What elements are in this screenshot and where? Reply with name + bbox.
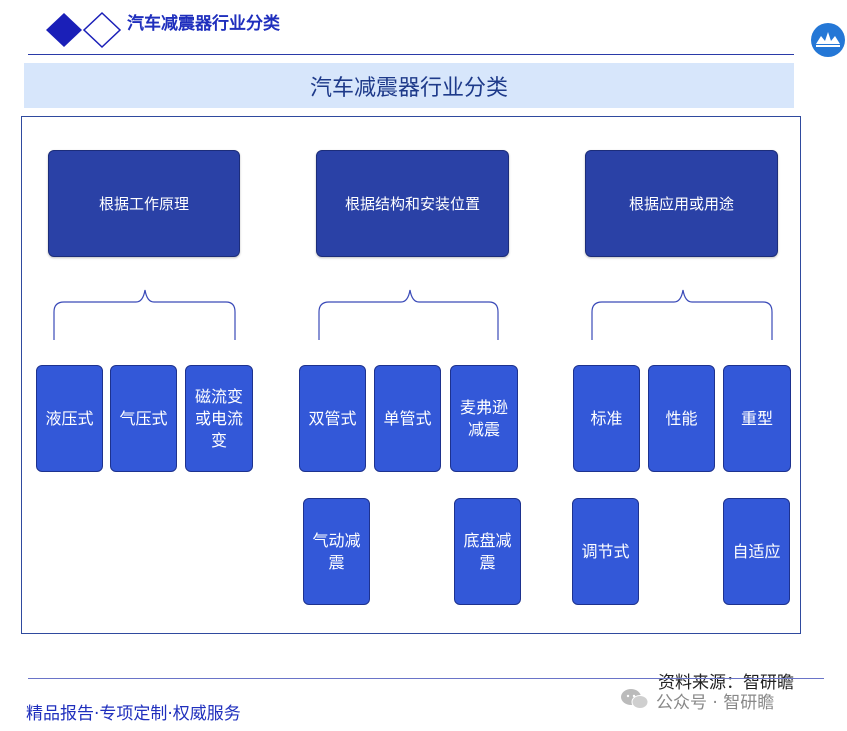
wechat-icon xyxy=(621,689,649,709)
category-structure-position: 根据结构和安装位置 xyxy=(316,150,509,257)
leaf-air-shock: 气动减震 xyxy=(303,498,370,605)
leaf-adjustable: 调节式 xyxy=(572,498,639,605)
leaf-hydraulic: 液压式 xyxy=(36,365,103,472)
leaf-standard: 标准 xyxy=(573,365,640,472)
leaf-macpherson: 麦弗逊减震 xyxy=(450,365,518,472)
leaf-heavy-duty: 重型 xyxy=(723,365,791,472)
leaf-performance: 性能 xyxy=(648,365,715,472)
company-logo-icon xyxy=(811,23,845,57)
header-title: 汽车减震器行业分类 xyxy=(127,14,280,34)
category-working-principle: 根据工作原理 xyxy=(48,150,240,257)
leaf-chassis-shock: 底盘减震 xyxy=(454,498,521,605)
leaf-mono-tube: 单管式 xyxy=(374,365,441,472)
leaf-magnetorheological: 磁流变或电流变 xyxy=(185,365,253,472)
footer-slogan: 精品报告·专项定制·权威服务 xyxy=(26,704,241,724)
watermark-text: 公众号 · 智研瞻 xyxy=(656,693,775,713)
category-application: 根据应用或用途 xyxy=(585,150,778,257)
footer-divider xyxy=(28,678,824,679)
leaf-adaptive: 自适应 xyxy=(723,498,790,605)
header-diamond-logo xyxy=(46,11,122,49)
header-divider xyxy=(28,54,794,55)
leaf-twin-tube: 双管式 xyxy=(299,365,366,472)
leaf-pneumatic: 气压式 xyxy=(110,365,177,472)
diagram-title: 汽车减震器行业分类 xyxy=(24,63,794,108)
